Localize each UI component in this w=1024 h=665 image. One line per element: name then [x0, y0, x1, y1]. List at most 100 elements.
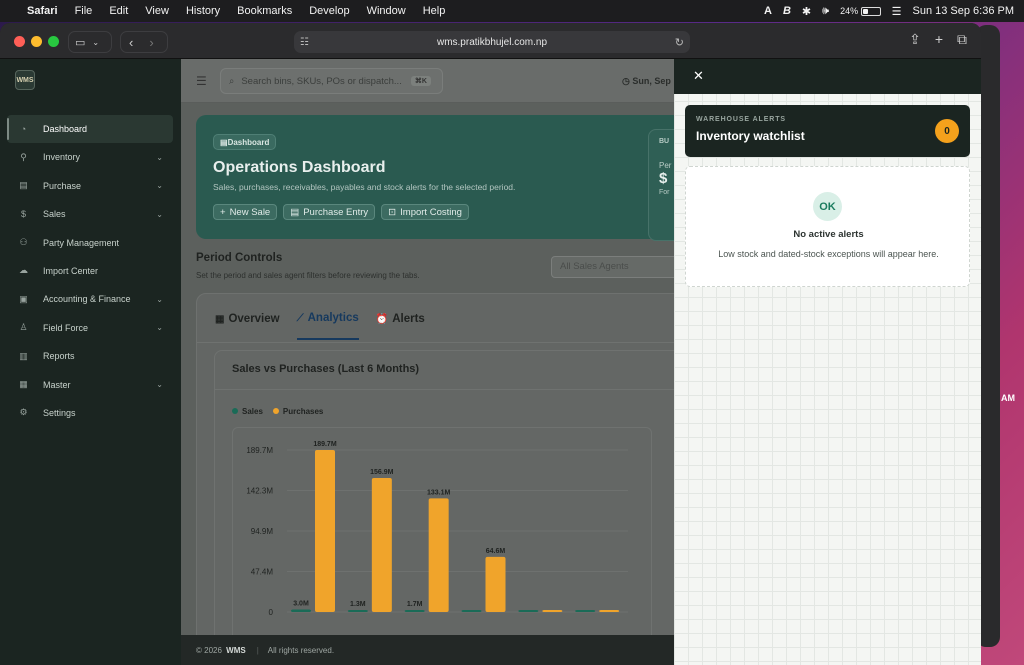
- sidebar-item-sales[interactable]: $ Sales ⌄: [7, 200, 173, 228]
- menu-develop[interactable]: Develop: [309, 5, 349, 17]
- dashboard-chip-icon: ▤: [220, 137, 228, 147]
- page-menu-icon[interactable]: ☷: [300, 37, 309, 48]
- legend-purchases[interactable]: Purchases: [272, 407, 324, 416]
- sidebar-item-field-force[interactable]: ♙ Field Force ⌄: [7, 314, 173, 342]
- chevron-down-icon[interactable]: ⌄: [156, 210, 163, 219]
- alerts-kicker: WAREHOUSE ALERTS: [696, 116, 786, 123]
- sidebar-item-label: Party Management: [43, 237, 120, 248]
- sidebar-item-inventory[interactable]: ⚲ Inventory ⌄: [7, 143, 173, 171]
- wrench-icon: ⚲: [20, 151, 27, 162]
- b-app-icon[interactable]: B: [783, 5, 791, 17]
- zoom-window-button[interactable]: [48, 36, 59, 47]
- menu-view[interactable]: View: [145, 5, 169, 17]
- chevron-down-icon[interactable]: ⌄: [156, 323, 163, 332]
- footer-brand: WMS: [226, 645, 246, 655]
- new-sale-label: New Sale: [229, 206, 271, 218]
- dashboard-chip: ▤ Dashboard: [213, 134, 277, 150]
- share-icon[interactable]: ⇪: [909, 31, 921, 48]
- chart-plot: 0 47.4M 94.9M 142.3M 189.7M 3.0M 1.3M 1.7M 189.7…: [232, 427, 652, 665]
- text-input-icon[interactable]: A: [764, 5, 772, 17]
- menu-window[interactable]: Window: [367, 5, 406, 17]
- legend-purchases-label: Purchases: [282, 407, 324, 416]
- nav-group: ‹ ›: [120, 31, 168, 53]
- sidebar-item-accounting-finance[interactable]: ▣ Accounting & Finance ⌄: [7, 285, 173, 313]
- alerts-header-card: WAREHOUSE ALERTS Inventory watchlist 0: [685, 105, 970, 157]
- sidebar-item-purchase[interactable]: ▤ Purchase ⌄: [7, 172, 173, 200]
- control-center-icon[interactable]: ☰: [892, 5, 902, 18]
- volume-icon[interactable]: 🕪: [822, 5, 829, 18]
- menu-edit[interactable]: Edit: [109, 5, 128, 17]
- chevron-down-icon[interactable]: ⌄: [156, 181, 163, 190]
- sales-data-label: 3.0M: [293, 600, 309, 607]
- sidebar-icon[interactable]: ▭: [75, 36, 85, 49]
- alerts-drawer: ✕ WAREHOUSE ALERTS Inventory watchlist 0…: [674, 59, 981, 665]
- sales-data-label: 1.7M: [407, 601, 423, 608]
- y-tick-label: 0: [269, 608, 274, 617]
- alerts-count-badge: 0: [935, 119, 959, 143]
- browser-toolbar: ▭ ⌄ ‹ › ☷ wms.pratikbhujel.com.np ↻ ⇪ + …: [0, 23, 981, 59]
- footer-separator: |: [256, 645, 259, 655]
- chart-title: Sales vs Purchases (Last 6 Months): [232, 363, 420, 375]
- tab-label: Alerts: [392, 313, 425, 325]
- menu-bookmarks[interactable]: Bookmarks: [237, 5, 292, 17]
- new-tab-icon[interactable]: +: [935, 31, 943, 48]
- sidebar-item-party-management[interactable]: ⚇ Party Management: [7, 229, 173, 257]
- new-sale-button[interactable]: + New Sale: [213, 204, 278, 220]
- sidebar-toggle-group[interactable]: ▭ ⌄: [68, 31, 112, 53]
- purchase-entry-button[interactable]: ▤ Purchase Entry: [283, 204, 376, 220]
- menu-help[interactable]: Help: [423, 5, 446, 17]
- menu-icon[interactable]: ☰: [196, 74, 207, 88]
- menu-file[interactable]: File: [75, 5, 93, 17]
- chevron-down-icon[interactable]: ⌄: [156, 380, 163, 389]
- close-window-button[interactable]: [14, 36, 25, 47]
- battery-status[interactable]: 24%: [840, 5, 881, 17]
- tab-analytics[interactable]: ⟋ Analytics: [296, 312, 359, 340]
- background-time: AM: [1001, 393, 1015, 403]
- sidebar-item-label: Import Center: [43, 265, 99, 276]
- sidebar-item-import-center[interactable]: ☁ Import Center: [7, 257, 173, 285]
- menu-safari[interactable]: Safari: [27, 5, 58, 17]
- sidebar-item-settings[interactable]: ⚙ Settings: [7, 399, 173, 427]
- purchases-bar: [371, 478, 392, 612]
- bluetooth-icon[interactable]: ✱: [802, 5, 811, 18]
- sidebar-item-master[interactable]: ▦ Master ⌄: [7, 371, 173, 399]
- purchases-bar: [485, 556, 506, 612]
- search-input[interactable]: ⌕ Search bins, SKUs, POs or dispatch... …: [220, 68, 443, 94]
- chevron-down-icon[interactable]: ⌄: [156, 295, 163, 304]
- close-drawer-button[interactable]: ✕: [693, 68, 704, 84]
- app-logo[interactable]: WMS: [15, 70, 35, 90]
- menubar-clock[interactable]: Sun 13 Sep 6:36 PM: [912, 5, 1014, 17]
- address-bar[interactable]: ☷ wms.pratikbhujel.com.np ↻: [294, 31, 690, 53]
- purchases-bar: [542, 610, 563, 612]
- purchases-data-label: 133.1M: [427, 489, 451, 496]
- chevron-down-icon[interactable]: ⌄: [156, 153, 163, 162]
- tab-alerts[interactable]: ⏰ Alerts: [376, 312, 425, 340]
- date-display[interactable]: ◷ Sun, Sep: [622, 76, 671, 87]
- sidebar-item-label: Settings: [43, 407, 76, 418]
- footer-rights: All rights reserved.: [267, 645, 335, 655]
- back-button[interactable]: ‹: [129, 35, 133, 50]
- forward-button[interactable]: ›: [149, 35, 153, 50]
- calendar-icon: ▦: [215, 313, 225, 325]
- store-icon: ▤: [19, 180, 28, 191]
- legend-sales[interactable]: Sales: [232, 407, 263, 416]
- clock-icon: ◷: [622, 76, 633, 86]
- reload-icon[interactable]: ↻: [675, 36, 684, 49]
- battery-percent: 24%: [840, 5, 859, 16]
- sales-agent-select[interactable]: All Sales Agents: [551, 256, 681, 278]
- legend-sales-swatch: [232, 408, 238, 414]
- sidebar-item-dashboard[interactable]: ◔ Dashboard: [7, 115, 173, 143]
- empty-title: No active alerts: [793, 229, 864, 240]
- sales-bar: [347, 610, 368, 612]
- menu-history[interactable]: History: [186, 5, 220, 17]
- sidebar-item-reports[interactable]: ▥ Reports: [7, 342, 173, 370]
- purchases-data-label: 156.9M: [370, 469, 394, 476]
- chevron-down-icon[interactable]: ⌄: [92, 38, 99, 47]
- page-title: Operations Dashboard: [213, 159, 386, 176]
- person-icon: ♙: [19, 322, 28, 333]
- import-costing-button[interactable]: ⊡ Import Costing: [381, 204, 469, 220]
- tab-overview[interactable]: ▦ Overview: [215, 312, 280, 340]
- tab-overview-icon[interactable]: ⧉: [957, 31, 967, 48]
- bar-chart: 0 47.4M 94.9M 142.3M 189.7M 3.0M 1.3M 1.7M 189.7…: [246, 441, 628, 617]
- minimize-window-button[interactable]: [31, 36, 42, 47]
